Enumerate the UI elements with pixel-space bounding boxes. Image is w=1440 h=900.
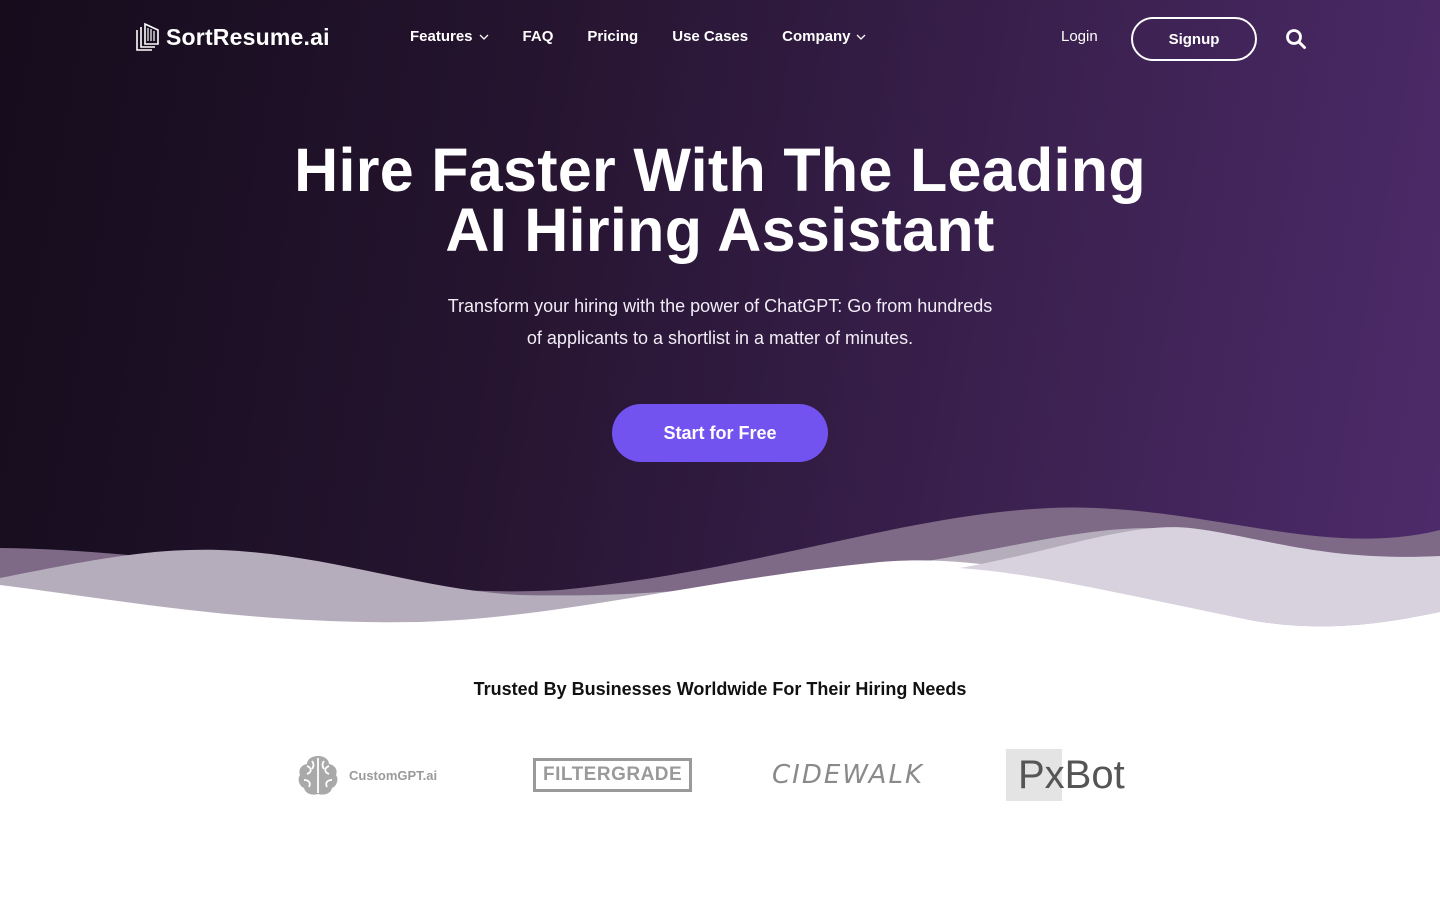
nav-item-label: Company — [782, 28, 851, 45]
logo-filtergrade: FILTERGRADE — [533, 740, 693, 810]
brand-name: SortResume.ai — [166, 23, 330, 50]
logo-pxbot: PxBot — [1006, 740, 1125, 810]
headline-line-2: AI Hiring Assistant — [445, 196, 995, 264]
logo-cidewalk: CIDEWALK — [772, 740, 924, 810]
nav-item-faq[interactable]: FAQ — [523, 28, 554, 45]
hero-subtext: Transform your hiring with the power of … — [420, 290, 1020, 354]
chevron-down-icon — [857, 34, 866, 40]
start-for-free-button[interactable]: Start for Free — [612, 404, 828, 462]
hero-section: SortResume.ai Features FAQ Pricing Use C… — [0, 0, 1440, 640]
nav-item-label: Pricing — [587, 28, 639, 45]
nav-item-label: Use Cases — [672, 28, 749, 45]
top-navigation: SortResume.ai Features FAQ Pricing Use C… — [0, 0, 1440, 78]
nav-item-pricing[interactable]: Pricing — [587, 28, 638, 45]
logo-customgpt-text: CustomGPT.ai — [349, 767, 438, 783]
headline-line-1: Hire Faster With The Leading — [294, 136, 1146, 204]
nav-links: Features FAQ Pricing Use Cases Company — [410, 28, 900, 45]
pxbot-mark: PxBot — [1006, 749, 1125, 801]
subtext-line-2: of applicants to a shortlist in a matter… — [526, 328, 914, 348]
hero-wave-divider — [0, 507, 1440, 640]
logo-customgpt: CustomGPT.ai — [295, 740, 437, 810]
brand-logo[interactable]: SortResume.ai — [134, 22, 330, 52]
client-logos: CustomGPT.ai FILTERGRADE CIDEWALK PxBot — [0, 740, 1440, 810]
subtext-line-1: Transform your hiring with the power of … — [447, 296, 993, 316]
nav-item-features[interactable]: Features — [410, 28, 489, 45]
signup-button[interactable]: Signup — [1131, 17, 1257, 61]
chevron-down-icon — [479, 34, 488, 40]
nav-item-use-cases[interactable]: Use Cases — [672, 28, 748, 45]
nav-item-company[interactable]: Company — [782, 28, 866, 45]
nav-item-label: Features — [410, 28, 473, 45]
search-icon[interactable] — [1285, 28, 1307, 50]
logo-pxbot-text: PxBot — [1018, 752, 1125, 797]
logo-cidewalk-text: CIDEWALK — [772, 760, 925, 790]
login-link[interactable]: Login — [1061, 28, 1098, 45]
logo-filtergrade-text: FILTERGRADE — [533, 758, 693, 792]
brain-icon — [298, 756, 338, 795]
nav-item-label: FAQ — [522, 28, 554, 45]
stacked-pages-logo-icon — [136, 22, 159, 51]
trust-heading: Trusted By Businesses Worldwide For Thei… — [473, 679, 967, 699]
hero-headline: Hire Faster With The Leading AI Hiring A… — [0, 136, 1440, 264]
